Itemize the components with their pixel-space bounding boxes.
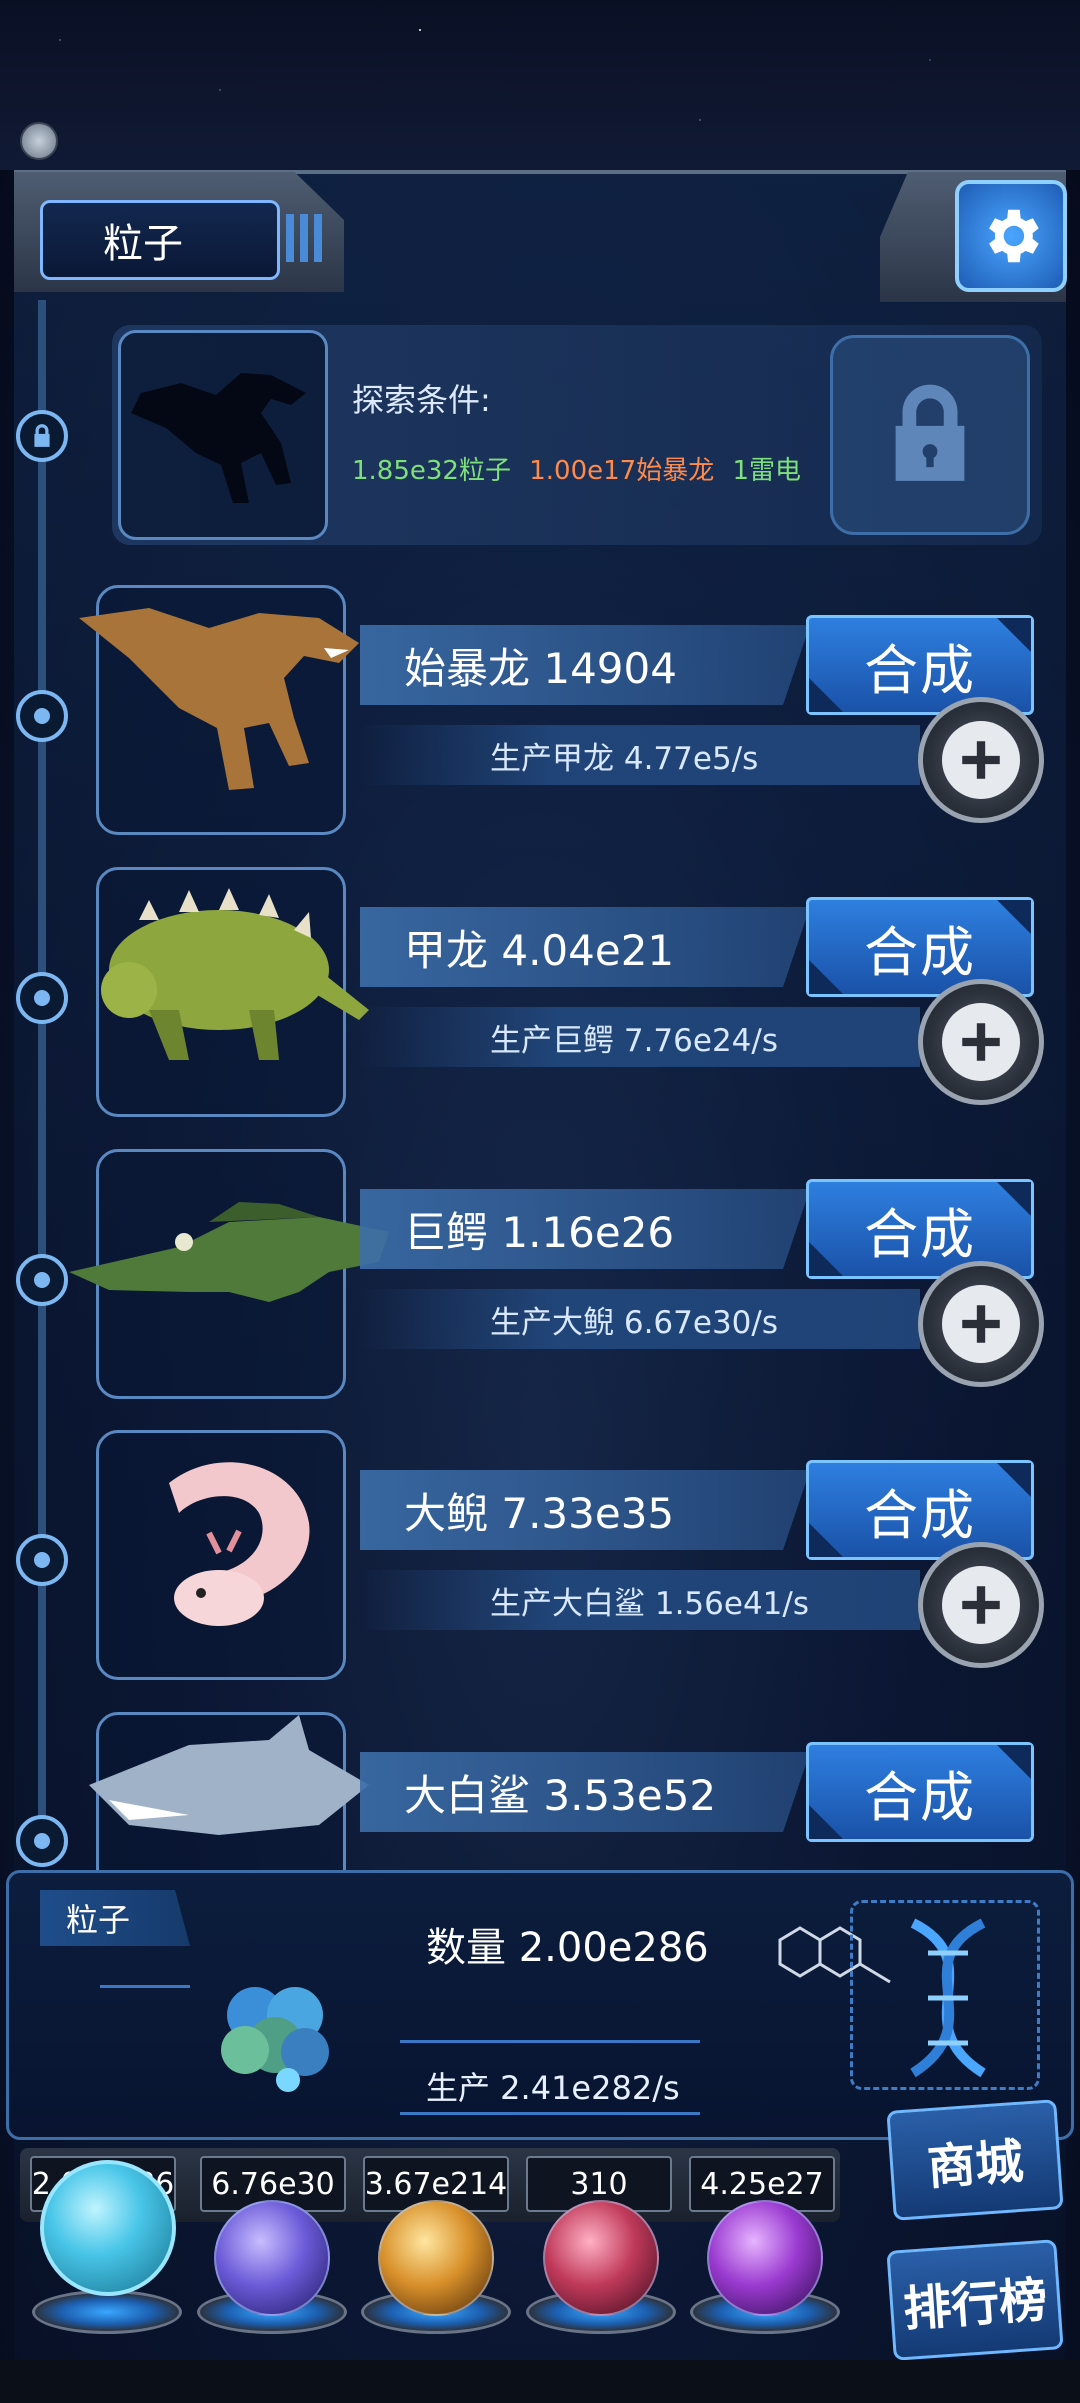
vortex-orb-icon[interactable] bbox=[707, 2200, 823, 2316]
creature-thumb bbox=[69, 1149, 389, 1399]
plus-icon bbox=[962, 1023, 1000, 1061]
orb-pedestal bbox=[32, 2290, 182, 2334]
crocodile-icon bbox=[69, 1202, 389, 1302]
creature-production: 生产大白鲨 1.56e41/s bbox=[360, 1570, 920, 1630]
creature-name: 大鲵 7.33e35 bbox=[360, 1470, 810, 1550]
gear-icon bbox=[989, 209, 1039, 263]
plus-icon bbox=[962, 1586, 1000, 1624]
locked-creature-thumb bbox=[118, 330, 328, 540]
dna-frame bbox=[850, 1900, 1040, 2090]
bolt-decoration bbox=[20, 122, 58, 160]
creature-name: 甲龙 4.04e21 bbox=[360, 907, 810, 987]
ankylosaurus-icon bbox=[101, 888, 369, 1060]
upgrade-button[interactable] bbox=[918, 979, 1044, 1105]
creature-row-trex: 始暴龙 14904 生产甲龙 4.77e5/s 合成 bbox=[0, 585, 1080, 845]
rail-lock-node bbox=[16, 410, 68, 462]
creature-row-crocodile: 巨鳄 1.16e26 生产大鲵 6.67e30/s 合成 bbox=[0, 1149, 1080, 1409]
upgrade-button[interactable] bbox=[918, 697, 1044, 823]
explore-condition-label: 探索条件: bbox=[352, 381, 491, 419]
requirement-lightning: 1雷电 bbox=[732, 456, 802, 486]
explore-requirements: 1.85e32粒子 1.00e17始暴龙 1雷电 bbox=[352, 450, 801, 487]
space-background bbox=[0, 0, 1080, 170]
plus-icon bbox=[962, 741, 1000, 779]
upgrade-button[interactable] bbox=[918, 1542, 1044, 1668]
circuit-line bbox=[400, 2112, 700, 2115]
dna-icon bbox=[910, 1918, 986, 2078]
craft-button[interactable]: 合成 bbox=[806, 1742, 1034, 1842]
creature-thumb bbox=[79, 585, 359, 835]
shark-icon bbox=[89, 1715, 369, 1835]
creature-row-axolotl: 大鲵 7.33e35 生产大白鲨 1.56e41/s 合成 bbox=[0, 1430, 1080, 1690]
creature-production: 生产甲龙 4.77e5/s bbox=[360, 725, 920, 785]
creature-production: 生产大鲵 6.67e30/s bbox=[360, 1289, 920, 1349]
padlock-icon bbox=[895, 384, 965, 481]
requirement-particles: 1.85e32粒子 bbox=[352, 456, 511, 486]
upgrade-button[interactable] bbox=[918, 1261, 1044, 1387]
title-stripes bbox=[286, 214, 322, 262]
particle-quantity: 数量 2.00e286 bbox=[426, 1925, 709, 1971]
t-rex-silhouette-icon bbox=[131, 373, 306, 503]
particle-tag: 粒子 bbox=[40, 1890, 190, 1946]
t-rex-icon bbox=[79, 608, 359, 790]
particle-cluster-icon bbox=[221, 1987, 329, 2092]
creature-name: 巨鳄 1.16e26 bbox=[360, 1189, 810, 1269]
circuit-line bbox=[400, 2040, 700, 2043]
bottom-strip bbox=[0, 2360, 1080, 2403]
page-title: 粒子 bbox=[40, 200, 280, 280]
brain-orb-icon[interactable] bbox=[543, 2200, 659, 2316]
lock-icon bbox=[34, 424, 50, 447]
creature-production: 生产巨鳄 7.76e24/s bbox=[360, 1007, 920, 1067]
creature-name: 大白鲨 3.53e52 bbox=[360, 1752, 810, 1832]
creature-row-ankylosaurus: 甲龙 4.04e21 生产巨鳄 7.76e24/s 合成 bbox=[0, 867, 1080, 1127]
circuit-line bbox=[100, 1985, 190, 1988]
plus-icon bbox=[962, 1305, 1000, 1343]
creature-thumb bbox=[89, 1712, 369, 1872]
unlock-button[interactable] bbox=[830, 335, 1030, 535]
particle-orb-icon[interactable] bbox=[40, 2160, 176, 2296]
creature-thumb bbox=[96, 1430, 346, 1680]
leaderboard-button[interactable]: 排行榜 bbox=[886, 2239, 1064, 2361]
particle-production: 生产 2.41e282/s bbox=[426, 2069, 680, 2107]
shop-button[interactable]: 商城 bbox=[886, 2099, 1064, 2221]
settings-button[interactable] bbox=[955, 180, 1067, 292]
creature-name: 始暴龙 14904 bbox=[360, 625, 810, 705]
axolotl-icon bbox=[169, 1462, 310, 1626]
fire-orb-icon[interactable] bbox=[378, 2200, 494, 2316]
creature-row-shark: 大白鲨 3.53e52 合成 bbox=[0, 1712, 1080, 1872]
lightning-orb-icon[interactable] bbox=[214, 2200, 330, 2316]
requirement-trex: 1.00e17始暴龙 bbox=[529, 456, 715, 486]
creature-thumb bbox=[96, 867, 369, 1117]
